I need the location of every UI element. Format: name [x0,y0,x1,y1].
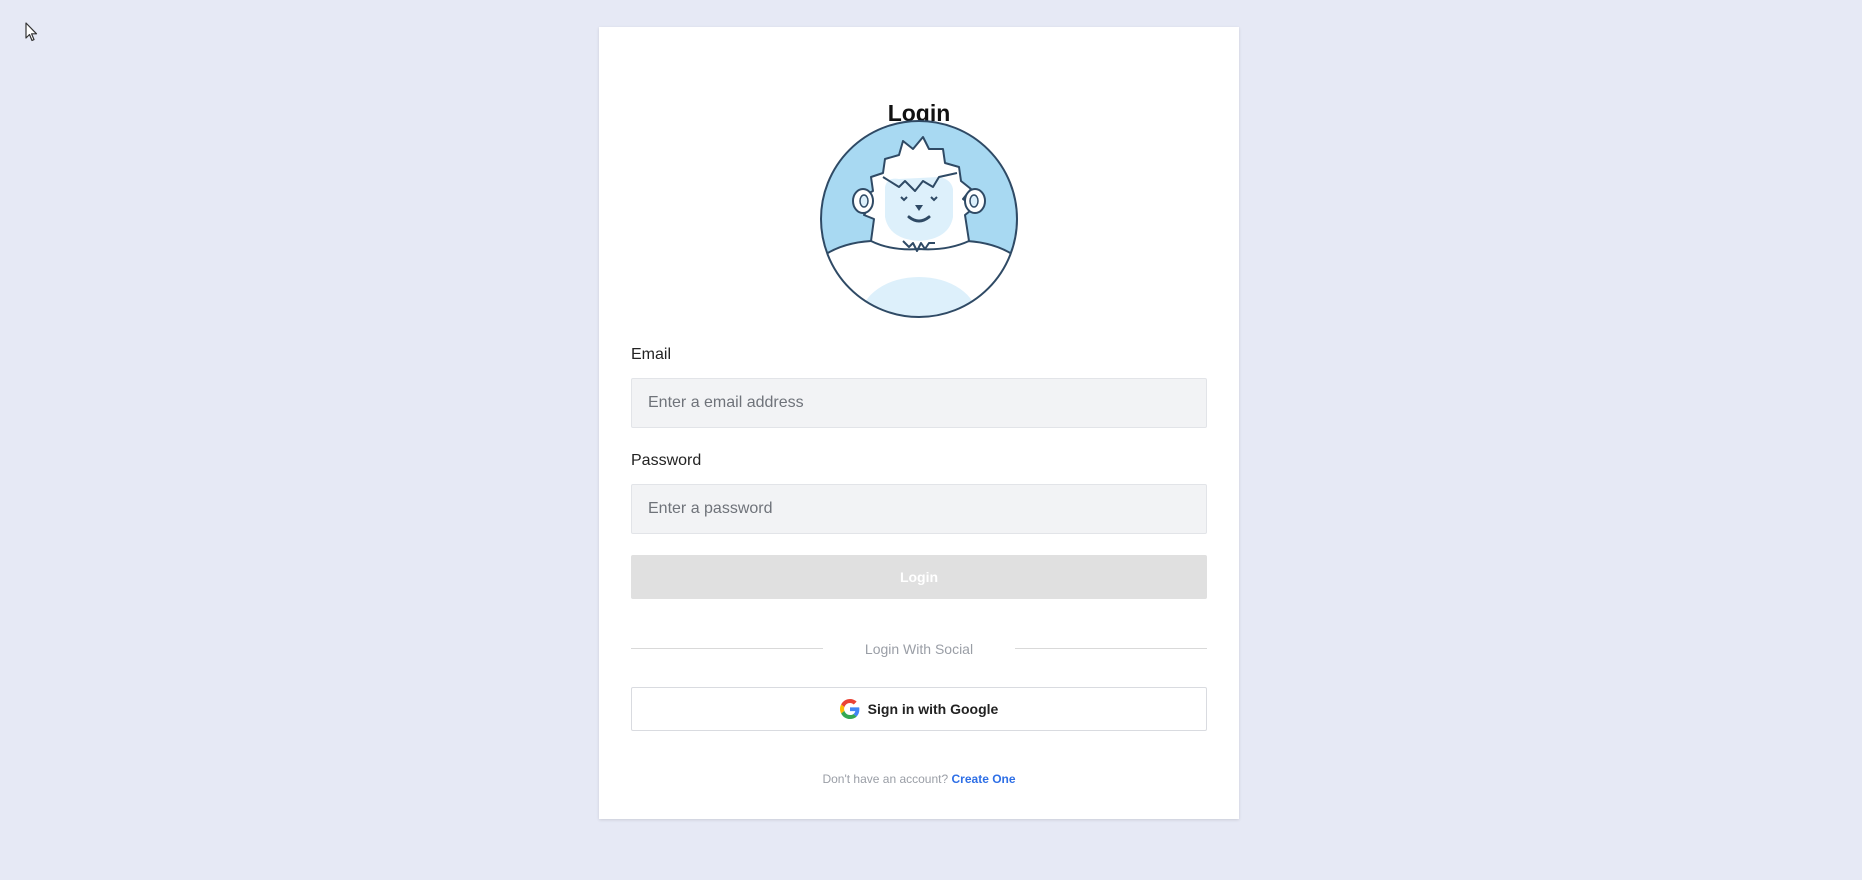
email-input[interactable] [631,378,1207,428]
login-button[interactable]: Login [631,555,1207,599]
yeti-avatar-icon [820,120,1018,318]
create-account-link[interactable]: Create One [952,772,1016,786]
mouse-pointer-icon [25,22,38,42]
password-input[interactable] [631,484,1207,534]
password-label: Password [631,452,702,469]
google-sign-in-button[interactable]: Sign in with Google [631,687,1207,731]
google-logo-icon [839,699,860,719]
signup-prompt-text: Don't have an account? [822,772,949,786]
google-sign-in-label: Sign in with Google [867,701,999,717]
email-label: Email [631,346,672,363]
social-divider-text: Login With Social [864,641,974,657]
login-card: Login Email Enter a email address Passwo… [599,27,1239,819]
divider-right [1015,648,1207,649]
signup-prompt: Don't have an account? Create One [599,771,1239,787]
